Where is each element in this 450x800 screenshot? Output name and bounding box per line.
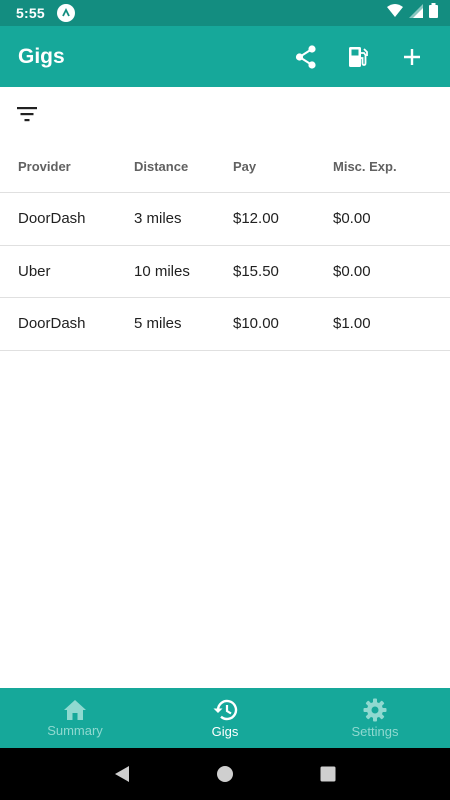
cell-pay: $10.00	[233, 315, 279, 333]
column-header-provider[interactable]: Provider	[18, 159, 71, 174]
nav-item-summary[interactable]: Summary	[0, 688, 150, 748]
fuel-button[interactable]	[332, 37, 384, 77]
cell-misc-expense: $0.00	[333, 210, 371, 228]
back-triangle-icon	[114, 766, 129, 782]
table-row[interactable]: DoorDash 5 miles $10.00 $1.00	[0, 298, 450, 351]
cell-pay: $12.00	[233, 210, 279, 228]
signal-icon	[409, 3, 423, 23]
wifi-icon	[387, 3, 403, 23]
cell-distance: 3 miles	[134, 210, 182, 228]
page-title: Gigs	[18, 44, 65, 68]
nav-label-gigs: Gigs	[211, 723, 239, 739]
cell-misc-expense: $0.00	[333, 262, 371, 280]
share-button[interactable]	[280, 37, 332, 77]
filter-button[interactable]	[14, 101, 40, 127]
filter-row	[0, 87, 450, 141]
cell-provider: DoorDash	[18, 210, 86, 228]
nav-item-settings[interactable]: Settings	[300, 688, 450, 748]
cell-misc-expense: $1.00	[333, 315, 371, 333]
status-time: 5:55	[16, 5, 45, 21]
recents-square-icon	[320, 766, 336, 782]
back-button[interactable]	[102, 754, 142, 794]
cell-distance: 5 miles	[134, 315, 182, 333]
bottom-navigation: Summary Gigs Settings	[0, 688, 450, 748]
table-header: Provider Distance Pay Misc. Exp.	[0, 141, 450, 193]
nav-label-settings: Settings	[351, 723, 399, 739]
home-button[interactable]	[205, 754, 245, 794]
cell-distance: 10 miles	[134, 262, 190, 280]
filter-icon	[17, 107, 37, 122]
table-row[interactable]: Uber 10 miles $15.50 $0.00	[0, 246, 450, 298]
history-icon	[213, 699, 238, 720]
gigs-table: Provider Distance Pay Misc. Exp. DoorDas…	[0, 141, 450, 351]
home-circle-icon	[216, 766, 233, 782]
table-row[interactable]: DoorDash 3 miles $12.00 $0.00	[0, 193, 450, 246]
cell-pay: $15.50	[233, 262, 279, 280]
recents-button[interactable]	[308, 754, 348, 794]
system-navigation-bar	[0, 748, 450, 800]
home-icon	[64, 699, 86, 720]
cell-provider: Uber	[18, 262, 51, 280]
battery-icon	[429, 3, 438, 23]
nav-label-summary: Summary	[47, 722, 103, 738]
share-icon	[295, 44, 316, 69]
settings-icon	[363, 698, 387, 721]
column-header-misc-expense[interactable]: Misc. Exp.	[333, 159, 397, 174]
app-bar-actions	[280, 37, 432, 77]
column-header-distance[interactable]: Distance	[134, 159, 188, 174]
cell-provider: DoorDash	[18, 315, 86, 333]
nav-item-gigs[interactable]: Gigs	[150, 688, 300, 748]
gas-station-icon	[349, 46, 368, 67]
add-icon	[404, 48, 420, 65]
column-header-pay[interactable]: Pay	[233, 159, 256, 174]
add-gig-button[interactable]	[392, 37, 432, 77]
app-bar: Gigs	[0, 26, 450, 87]
status-bar: 5:55	[0, 0, 450, 26]
status-indicators	[387, 3, 438, 23]
app-notification-icon	[56, 4, 75, 22]
